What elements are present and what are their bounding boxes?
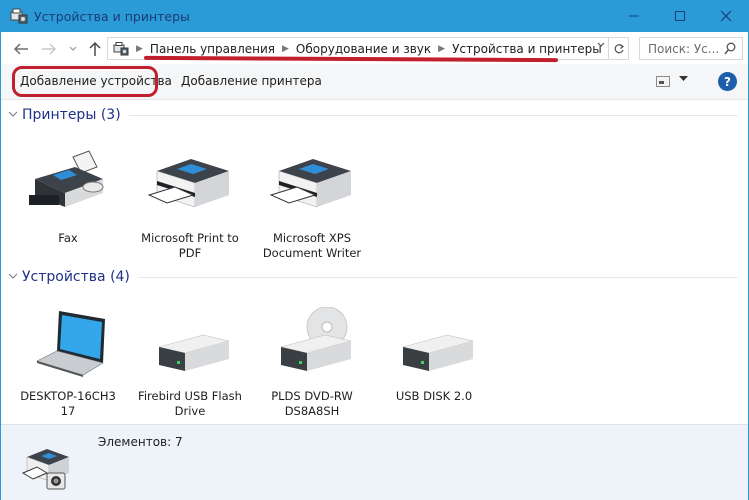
device-item-usb-disk[interactable]: USB DISK 2.0	[379, 307, 489, 404]
drive-icon	[389, 307, 479, 379]
annotation-circle	[12, 66, 158, 97]
fax-icon	[23, 149, 113, 221]
minimize-button[interactable]	[611, 0, 657, 32]
printer-icon	[267, 149, 357, 221]
window-title: Устройства и принтеры	[34, 8, 190, 24]
close-button[interactable]	[703, 0, 749, 32]
device-label: Microsoft Print to PDF	[141, 231, 239, 260]
refresh-button[interactable]	[608, 38, 628, 59]
devices-and-printers-window: Устройства и принтеры ▶ Панель управлени…	[0, 0, 749, 500]
device-label: DESKTOP-16CH3 17	[20, 389, 116, 418]
device-item-microsoft-print-to-pdf[interactable]: Microsoft Print to PDF	[135, 149, 245, 261]
device-label: USB DISK 2.0	[395, 389, 473, 403]
chevron-down-icon[interactable]	[8, 110, 22, 121]
group-header-printers[interactable]: Принтеры (3)	[8, 107, 738, 123]
breadcrumb-separator-icon: ▶	[282, 43, 289, 54]
laptop-icon	[23, 307, 113, 379]
breadcrumb-separator-icon: ▶	[136, 43, 143, 54]
address-history-dropdown[interactable]	[596, 41, 606, 52]
breadcrumb-separator-icon: ▶	[438, 43, 446, 54]
change-view-icon[interactable]	[656, 76, 670, 87]
add-printer-button[interactable]: Добавление принтера	[181, 74, 322, 88]
back-button[interactable]	[11, 40, 31, 58]
details-pane: Элементов: 7	[1, 424, 748, 500]
group-title-printers: Принтеры (3)	[22, 107, 121, 123]
chevron-down-icon	[597, 42, 605, 47]
device-label: PLDS DVD-RW DS8A8SH	[271, 389, 353, 418]
device-label: Firebird USB Flash Drive	[138, 389, 242, 418]
search-icon[interactable]	[724, 42, 736, 58]
forward-button[interactable]	[39, 40, 59, 58]
caret-down-icon	[679, 76, 688, 81]
items-count: Элементов: 7	[98, 435, 183, 449]
device-label: Microsoft XPS Document Writer	[262, 231, 362, 260]
group-divider	[128, 114, 738, 116]
group-title-devices: Устройства (4)	[22, 269, 130, 285]
search-input[interactable]: Поиск: Ус...	[648, 42, 723, 56]
title-bar: Устройства и принтеры	[1, 0, 749, 32]
recent-locations-button[interactable]	[63, 40, 83, 58]
search-box[interactable]: Поиск: Ус...	[639, 37, 743, 60]
arrow-right-icon	[42, 43, 57, 55]
chevron-down-icon[interactable]	[8, 272, 22, 283]
drive-icon	[145, 307, 235, 379]
dvd-drive-icon	[267, 306, 357, 379]
items-view: Принтеры (3) Fax Microsoft Print to PDF …	[1, 101, 748, 424]
chevron-down-icon	[69, 46, 77, 51]
view-options-dropdown[interactable]	[679, 75, 688, 85]
group-header-devices[interactable]: Устройства (4)	[8, 269, 738, 285]
device-item-desktop[interactable]: DESKTOP-16CH3 17	[13, 307, 123, 419]
device-item-fax[interactable]: Fax	[13, 149, 123, 246]
maximize-button[interactable]	[657, 0, 703, 32]
group-divider	[137, 276, 738, 278]
device-item-firebird-usb-flash-drive[interactable]: Firebird USB Flash Drive	[135, 307, 245, 419]
up-button[interactable]	[85, 40, 105, 58]
devices-and-printers-icon	[21, 445, 77, 493]
help-button[interactable]: ?	[718, 72, 737, 91]
arrow-left-icon	[13, 43, 28, 55]
arrow-up-icon	[89, 41, 101, 56]
breadcrumb-devices-and-printers[interactable]: Устройства и принтеры	[452, 42, 602, 56]
devices-printers-app-icon	[10, 8, 28, 24]
devices-printers-location-icon	[113, 41, 129, 56]
device-label: Fax	[58, 231, 78, 245]
printer-icon	[145, 149, 235, 221]
device-item-plds-dvd-rw[interactable]: PLDS DVD-RW DS8A8SH	[257, 306, 367, 419]
breadcrumb-hardware-and-sound[interactable]: Оборудование и звук	[296, 42, 431, 56]
refresh-icon	[614, 43, 624, 53]
device-item-microsoft-xps-document-writer[interactable]: Microsoft XPS Document Writer	[257, 149, 367, 261]
breadcrumb-control-panel[interactable]: Панель управления	[150, 42, 275, 56]
